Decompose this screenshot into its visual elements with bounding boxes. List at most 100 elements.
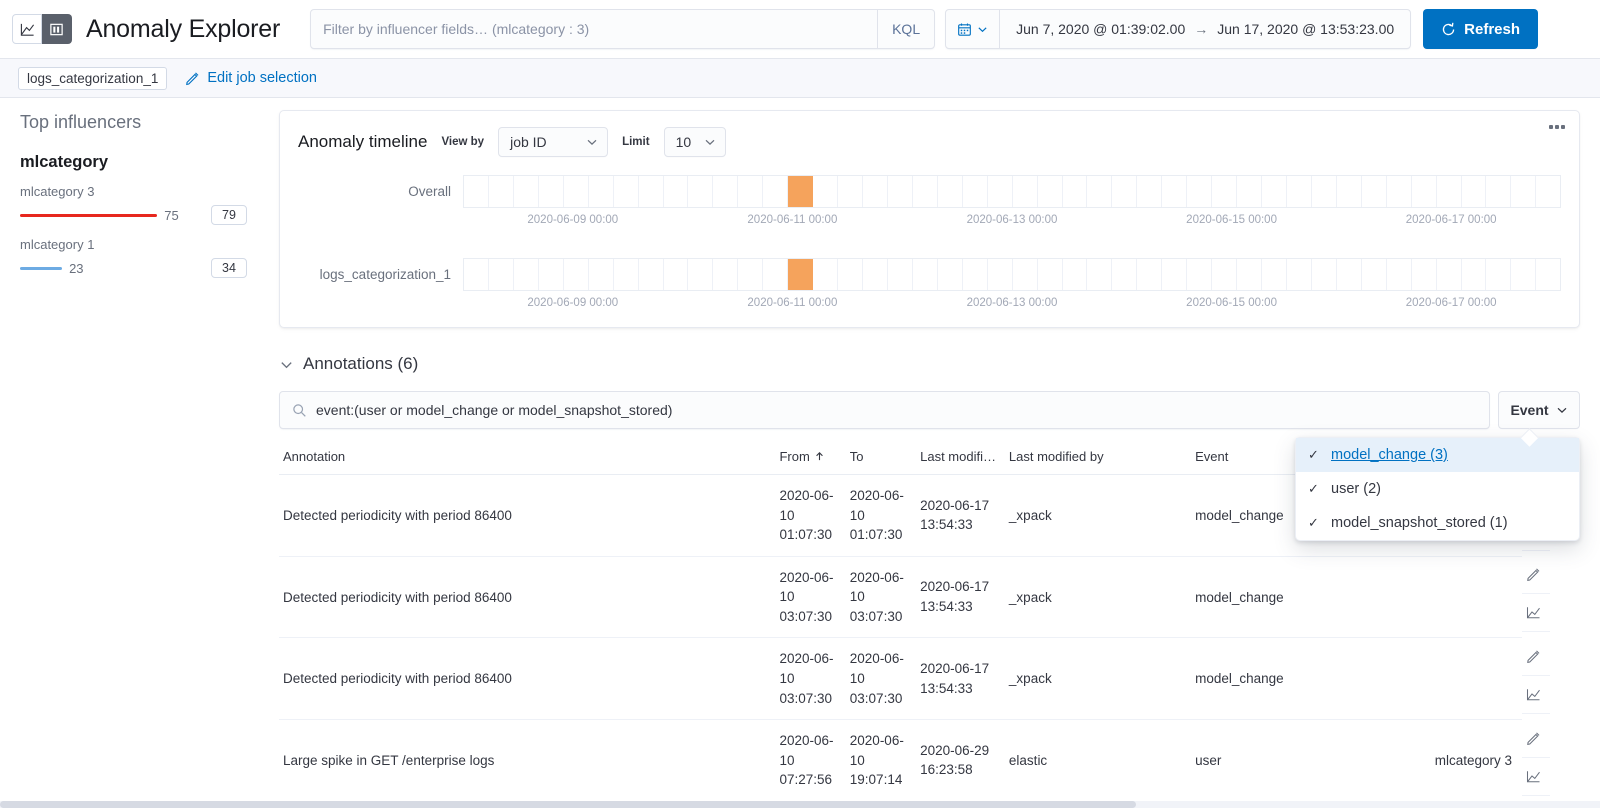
swimlane-cell[interactable] (688, 259, 714, 290)
swimlane-cell[interactable] (1462, 259, 1487, 290)
swimlane-cell[interactable] (813, 259, 839, 290)
swimlane-cell[interactable] (1486, 176, 1512, 207)
column-header-last-modified-by[interactable]: Last modified by (1004, 441, 1192, 475)
swimlane-cell[interactable] (938, 176, 963, 207)
swimlane-cell[interactable] (664, 176, 689, 207)
annotations-section-toggle[interactable]: Annotations (6) (279, 354, 1580, 374)
swimlane-cell[interactable] (1287, 176, 1312, 207)
swimlane-cell[interactable] (1112, 259, 1138, 290)
event-option-user[interactable]: ✓ user (2) (1296, 472, 1579, 506)
swimlane-cell[interactable] (763, 176, 789, 207)
single-metric-viewer-toggle[interactable] (12, 14, 42, 44)
swimlane-cell[interactable] (1312, 176, 1337, 207)
column-header-to[interactable]: To (845, 441, 917, 475)
swimlane-cell[interactable] (1437, 259, 1462, 290)
swimlane-cell[interactable] (713, 259, 739, 290)
swimlane-cell[interactable] (1511, 176, 1537, 207)
swimlane-cell[interactable] (614, 176, 639, 207)
date-quick-select-button[interactable] (946, 10, 1001, 48)
selected-job-chip[interactable]: logs_categorization_1 (18, 66, 168, 90)
swimlane-cell[interactable] (838, 259, 863, 290)
edit-annotation-button[interactable] (1522, 638, 1551, 676)
swimlane-cell[interactable] (1262, 176, 1287, 207)
swimlane-cell[interactable] (1162, 176, 1188, 207)
event-filter-button[interactable]: Event (1498, 391, 1580, 429)
influencer-item[interactable]: mlcategory 3 75 79 (20, 184, 247, 225)
swimlane-cell[interactable] (464, 259, 489, 290)
swimlane-cell[interactable] (1013, 259, 1038, 290)
swimlane-cell[interactable] (913, 259, 938, 290)
view-in-single-metric-viewer-button[interactable] (1522, 594, 1551, 633)
view-in-single-metric-viewer-button[interactable] (1522, 676, 1551, 714)
date-range-end[interactable]: Jun 17, 2020 @ 13:53:23.00 (1217, 21, 1394, 37)
swimlane-cell[interactable] (863, 176, 888, 207)
event-option-model-change[interactable]: ✓ model_change (3) (1296, 438, 1579, 472)
swimlane-cell[interactable] (1063, 259, 1088, 290)
column-header-from[interactable]: From (775, 441, 846, 475)
swimlane-cell[interactable] (988, 259, 1013, 290)
swimlane-cell[interactable] (1013, 176, 1038, 207)
query-language-button[interactable]: KQL (877, 10, 934, 48)
swimlane-cell[interactable] (639, 259, 664, 290)
swimlane-cell[interactable] (813, 176, 839, 207)
date-range-display[interactable]: Jun 7, 2020 @ 01:39:02.00 → Jun 17, 2020… (1000, 10, 1410, 48)
swimlane-cell-anomalous[interactable] (788, 259, 814, 290)
swimlane-cell[interactable] (938, 259, 963, 290)
swimlane-cell[interactable] (664, 259, 689, 290)
date-range-picker[interactable]: Jun 7, 2020 @ 01:39:02.00 → Jun 17, 2020… (945, 9, 1412, 49)
swimlane-cell[interactable] (1038, 176, 1063, 207)
swimlane-cell[interactable] (1337, 176, 1362, 207)
swimlane-cell[interactable] (564, 259, 589, 290)
annotations-search-input[interactable] (316, 402, 1477, 418)
swimlane-cell[interactable] (489, 259, 514, 290)
swimlane-cell[interactable] (713, 176, 739, 207)
swimlane-cells[interactable] (463, 175, 1561, 208)
swimlane-cell[interactable] (1486, 259, 1512, 290)
swimlane-cell-anomalous[interactable] (788, 176, 814, 207)
swimlane-cell[interactable] (763, 259, 789, 290)
swimlane-cell[interactable] (539, 176, 564, 207)
swimlane-cell[interactable] (1362, 259, 1387, 290)
limit-select[interactable]: 10 (663, 127, 726, 157)
swimlane-cell[interactable] (1312, 259, 1337, 290)
swimlane-cell[interactable] (1087, 259, 1113, 290)
swimlane-cell[interactable] (1187, 259, 1213, 290)
swimlane-cell[interactable] (514, 176, 539, 207)
swimlane-cell[interactable] (1237, 176, 1262, 207)
swimlane-cell[interactable] (838, 176, 863, 207)
swimlane-cell[interactable] (489, 176, 514, 207)
swimlane-cell[interactable] (1212, 259, 1238, 290)
search-input[interactable] (311, 21, 878, 37)
influencer-item[interactable]: mlcategory 1 23 34 (20, 237, 247, 278)
view-by-select[interactable]: job ID (498, 127, 609, 157)
swimlane-cell[interactable] (1237, 259, 1262, 290)
swimlane-cell[interactable] (1087, 176, 1113, 207)
swimlane-cell[interactable] (1437, 176, 1462, 207)
swimlane-cell[interactable] (1137, 176, 1163, 207)
swimlane-cell[interactable] (1137, 259, 1163, 290)
swimlane-cell[interactable] (738, 176, 764, 207)
swimlane-cells[interactable] (463, 258, 1561, 291)
anomaly-explorer-toggle[interactable] (42, 14, 72, 44)
edit-annotation-button[interactable] (1522, 720, 1551, 758)
swimlane-cell[interactable] (1187, 176, 1213, 207)
swimlane-cell[interactable] (1387, 176, 1412, 207)
panel-options-menu[interactable] (1549, 125, 1565, 129)
swimlane-cell[interactable] (539, 259, 564, 290)
influencer-filter-bar[interactable]: KQL (310, 9, 936, 49)
swimlane-cell[interactable] (1511, 259, 1537, 290)
edit-annotation-button[interactable] (1522, 556, 1551, 595)
date-range-start[interactable]: Jun 7, 2020 @ 01:39:02.00 (1016, 21, 1185, 37)
swimlane-cell[interactable] (988, 176, 1013, 207)
swimlane-cell[interactable] (1337, 259, 1362, 290)
swimlane-cell[interactable] (1536, 176, 1560, 207)
swimlane-cell[interactable] (564, 176, 589, 207)
table-row[interactable]: Large spike in GET /enterprise logs 2020-… (279, 719, 1580, 802)
refresh-button[interactable]: Refresh (1423, 9, 1539, 49)
swimlane-cell[interactable] (589, 176, 614, 207)
swimlane-cell[interactable] (1063, 176, 1088, 207)
swimlane-cell[interactable] (1287, 259, 1312, 290)
swimlane-cell[interactable] (1362, 176, 1387, 207)
swimlane-cell[interactable] (1162, 259, 1188, 290)
view-in-single-metric-viewer-button[interactable] (1522, 758, 1551, 796)
